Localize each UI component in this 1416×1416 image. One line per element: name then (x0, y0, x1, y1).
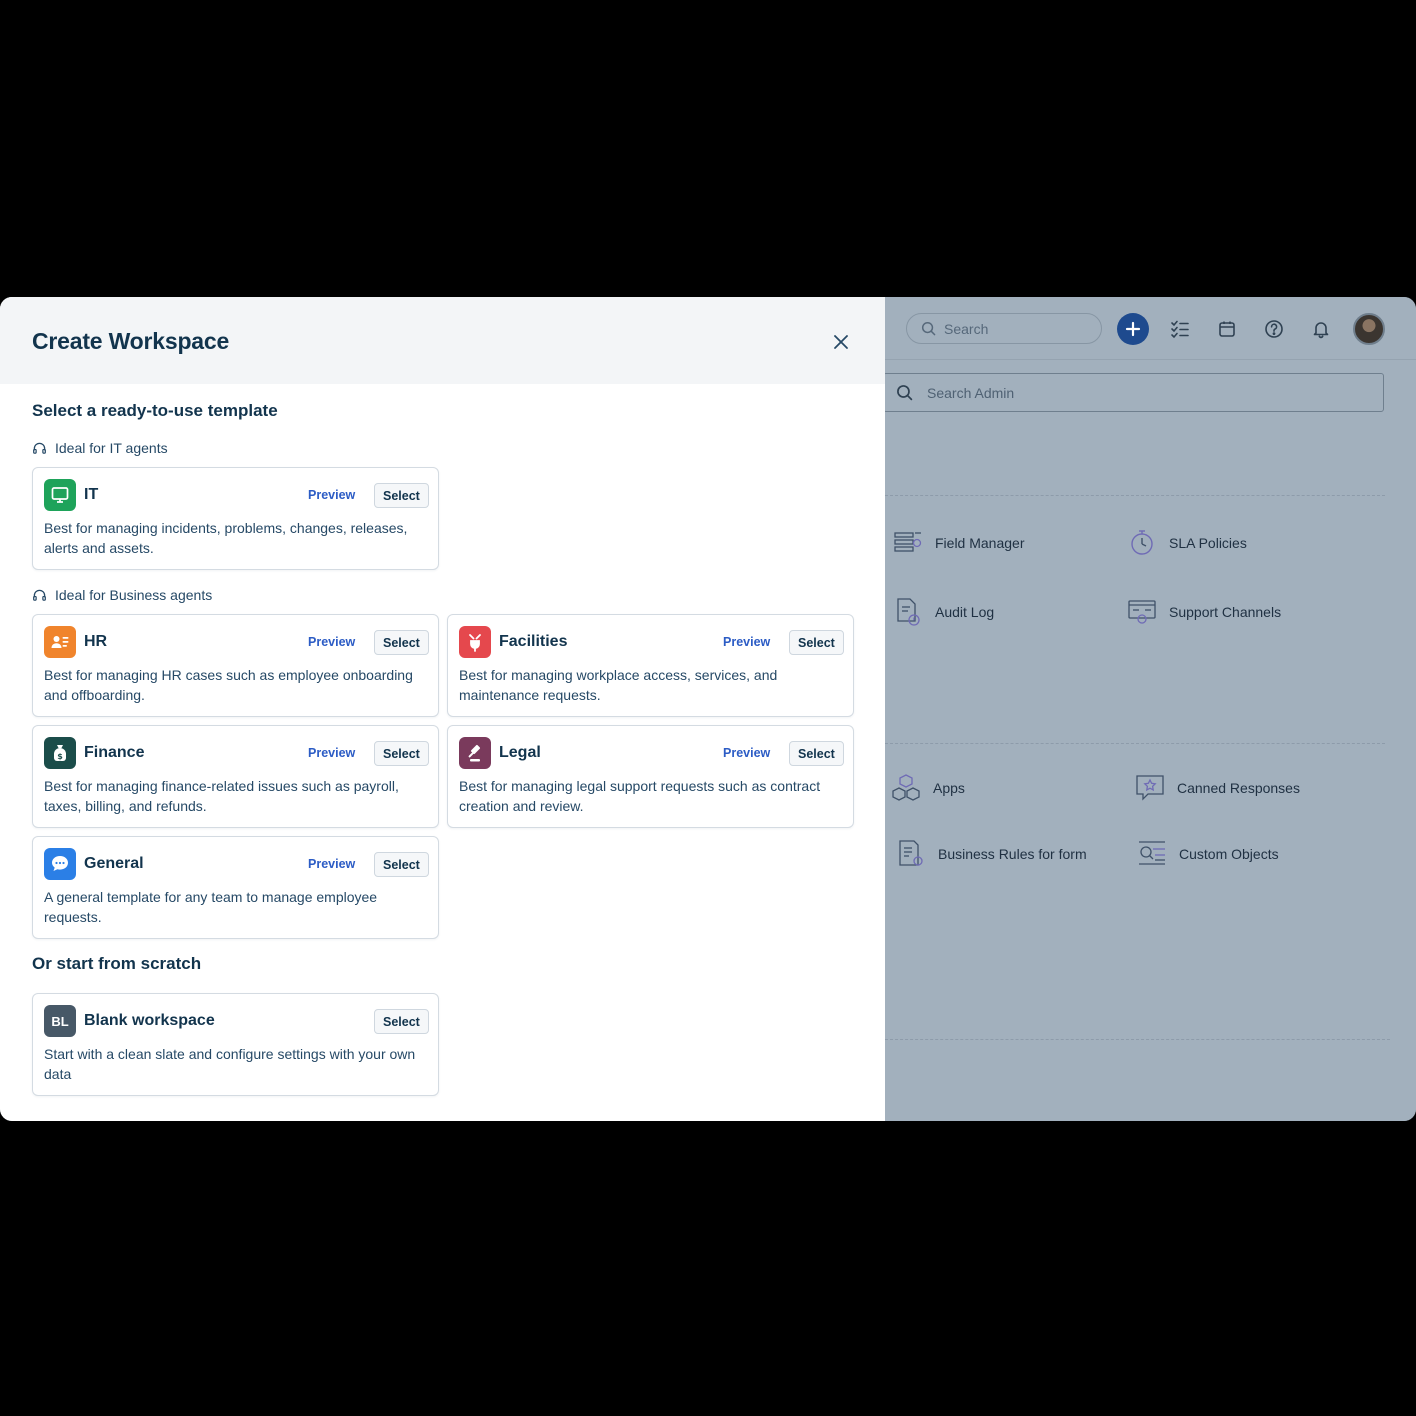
template-name: Blank workspace (84, 1012, 215, 1029)
template-card-hr: HR Preview Select Best for managing HR c… (32, 614, 439, 717)
canned-responses-icon (1135, 773, 1165, 803)
global-search-placeholder: Search (944, 320, 989, 337)
svg-text:$: $ (57, 752, 63, 761)
group-label-text: Ideal for IT agents (55, 440, 168, 456)
preview-finance-link[interactable]: Preview (308, 746, 355, 760)
admin-item-label: Business Rules for form (938, 846, 1087, 862)
top-bar: Search (885, 297, 1416, 360)
section-divider (885, 743, 1385, 744)
admin-background: Search Search Admin Field Manager SLA Po… (883, 297, 1416, 1121)
audit-log-icon (893, 597, 923, 627)
field-manager-icon (893, 528, 923, 558)
scratch-section-title: Or start from scratch (32, 954, 202, 973)
support-channels-icon (1127, 597, 1157, 627)
admin-item-field-manager[interactable]: Field Manager (893, 528, 1025, 558)
apps-cubes-icon (891, 773, 921, 803)
template-card-general: General Preview Select A general templat… (32, 836, 439, 939)
template-description: Best for managing legal support requests… (459, 778, 821, 814)
admin-item-audit-log[interactable]: Audit Log (893, 597, 994, 627)
admin-item-custom-objects[interactable]: Custom Objects (1137, 839, 1279, 869)
plus-icon (1125, 321, 1141, 337)
preview-it-link[interactable]: Preview (308, 488, 355, 502)
modal-header: Create Workspace (0, 297, 885, 384)
group-label-business: Ideal for Business agents (32, 587, 212, 603)
template-card-facilities: Facilities Preview Select Best for manag… (447, 614, 854, 717)
template-description: A general template for any team to manag… (44, 889, 378, 925)
select-hr-button[interactable]: Select (374, 630, 429, 655)
template-card-it: IT Preview Select Best for managing inci… (32, 467, 439, 570)
template-description: Best for managing finance-related issues… (44, 778, 399, 814)
id-badge-icon (44, 626, 76, 658)
custom-objects-icon (1137, 839, 1167, 869)
app-frame: Search Search Admin Field Manager SLA Po… (0, 297, 1416, 1121)
template-description: Best for managing workplace access, serv… (459, 667, 778, 703)
admin-item-canned-responses[interactable]: Canned Responses (1135, 773, 1300, 803)
select-legal-button[interactable]: Select (789, 741, 844, 766)
section-divider (885, 495, 1385, 496)
template-card-legal: Legal Preview Select Best for managing l… (447, 725, 854, 828)
admin-item-sla-policies[interactable]: SLA Policies (1127, 528, 1247, 558)
admin-item-label: Field Manager (935, 535, 1025, 551)
preview-hr-link[interactable]: Preview (308, 635, 355, 649)
stopwatch-icon (1127, 528, 1157, 558)
facilities-tools-icon (459, 626, 491, 658)
admin-item-apps[interactable]: Apps (891, 773, 965, 803)
select-general-button[interactable]: Select (374, 852, 429, 877)
select-it-button[interactable]: Select (374, 483, 429, 508)
business-rules-icon (896, 839, 926, 869)
select-blank-button[interactable]: Select (374, 1009, 429, 1034)
template-description: Best for managing incidents, problems, c… (44, 520, 408, 556)
group-label-text: Ideal for Business agents (55, 587, 213, 603)
template-description: Start with a clean slate and configure s… (44, 1046, 416, 1082)
template-name: HR (84, 633, 108, 650)
admin-item-label: Custom Objects (1179, 846, 1279, 862)
select-facilities-button[interactable]: Select (789, 630, 844, 655)
new-item-button[interactable] (1117, 313, 1149, 345)
admin-search-placeholder: Search Admin (927, 384, 1015, 401)
checklist-icon[interactable] (1168, 317, 1192, 341)
template-description: Best for managing HR cases such as emplo… (44, 667, 413, 703)
template-name: Legal (499, 744, 541, 761)
admin-item-label: SLA Policies (1169, 535, 1247, 551)
bell-icon[interactable] (1309, 317, 1333, 341)
chat-bubble-icon (44, 848, 76, 880)
admin-item-label: Apps (933, 780, 965, 796)
preview-legal-link[interactable]: Preview (723, 746, 770, 760)
template-card-blank: BL Blank workspace Select Start with a c… (32, 993, 439, 1096)
section-divider (885, 1039, 1390, 1040)
preview-general-link[interactable]: Preview (308, 857, 355, 871)
group-label-it: Ideal for IT agents (32, 440, 168, 456)
close-button[interactable] (830, 331, 852, 353)
admin-search-input[interactable]: Search Admin (883, 373, 1384, 412)
template-name: Facilities (499, 633, 568, 650)
search-icon (921, 321, 936, 336)
close-icon (834, 335, 848, 349)
gavel-icon (459, 737, 491, 769)
admin-item-label: Canned Responses (1177, 780, 1300, 796)
template-name: Finance (84, 744, 145, 761)
headset-icon (33, 442, 46, 454)
money-bag-icon: $ (44, 737, 76, 769)
headset-icon (33, 589, 46, 601)
create-workspace-modal: Create Workspace Select a ready-to-use t… (0, 297, 885, 1121)
global-search[interactable]: Search (906, 313, 1102, 344)
blank-initials-avatar: BL (44, 1005, 76, 1037)
calendar-icon[interactable] (1215, 317, 1239, 341)
monitor-icon (44, 479, 76, 511)
admin-item-label: Support Channels (1169, 604, 1282, 620)
preview-facilities-link[interactable]: Preview (723, 635, 770, 649)
template-name: IT (84, 486, 99, 503)
admin-item-support-channels[interactable]: Support Channels (1127, 597, 1281, 627)
admin-item-business-rules[interactable]: Business Rules for form (896, 839, 1087, 869)
templates-section-title: Select a ready-to-use template (32, 401, 278, 420)
user-avatar[interactable] (1353, 313, 1385, 345)
search-icon (897, 385, 913, 401)
template-card-finance: $ Finance Preview Select Best for managi… (32, 725, 439, 828)
modal-title: Create Workspace (32, 328, 230, 354)
help-icon[interactable] (1262, 317, 1286, 341)
template-name: General (84, 855, 144, 872)
select-finance-button[interactable]: Select (374, 741, 429, 766)
admin-item-label: Audit Log (935, 604, 995, 620)
